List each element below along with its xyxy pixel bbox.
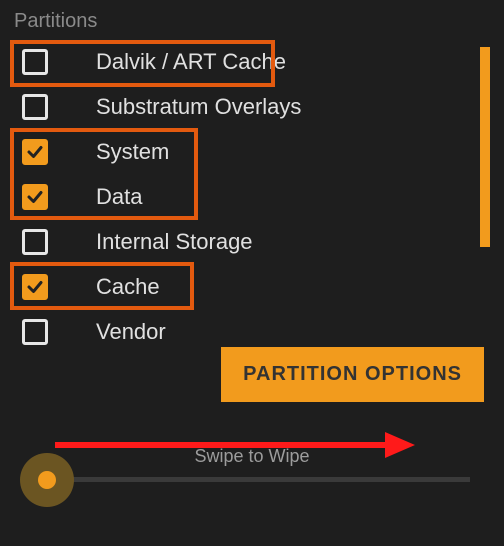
partition-label: Substratum Overlays (96, 94, 301, 120)
swipe-knob[interactable] (20, 453, 74, 507)
partition-row[interactable]: Cache (14, 264, 490, 309)
partition-label: Internal Storage (96, 229, 253, 255)
partition-list: Dalvik / ART Cache Substratum Overlays Sys… (0, 39, 504, 354)
checkbox[interactable] (22, 274, 48, 300)
partition-row[interactable]: System (14, 129, 490, 174)
partition-label: Vendor (96, 319, 166, 345)
partition-label: Cache (96, 274, 160, 300)
scrollbar[interactable] (480, 47, 490, 247)
partition-row[interactable]: Dalvik / ART Cache (14, 39, 490, 84)
checkbox[interactable] (22, 94, 48, 120)
swipe-label: Swipe to Wipe (0, 446, 504, 467)
checkbox[interactable] (22, 49, 48, 75)
swipe-area: Swipe to Wipe (0, 446, 504, 546)
partition-label: Dalvik / ART Cache (96, 49, 286, 75)
partition-label: Data (96, 184, 142, 210)
partition-row[interactable]: Substratum Overlays (14, 84, 490, 129)
checkbox[interactable] (22, 184, 48, 210)
partition-row[interactable]: Data (14, 174, 490, 219)
checkbox[interactable] (22, 139, 48, 165)
partition-label: System (96, 139, 169, 165)
swipe-track[interactable] (34, 477, 470, 482)
partition-row[interactable]: Internal Storage (14, 219, 490, 264)
checkbox[interactable] (22, 229, 48, 255)
section-label: Partitions (0, 0, 504, 39)
partition-options-button[interactable]: PARTITION OPTIONS (221, 347, 484, 402)
checkbox[interactable] (22, 319, 48, 345)
